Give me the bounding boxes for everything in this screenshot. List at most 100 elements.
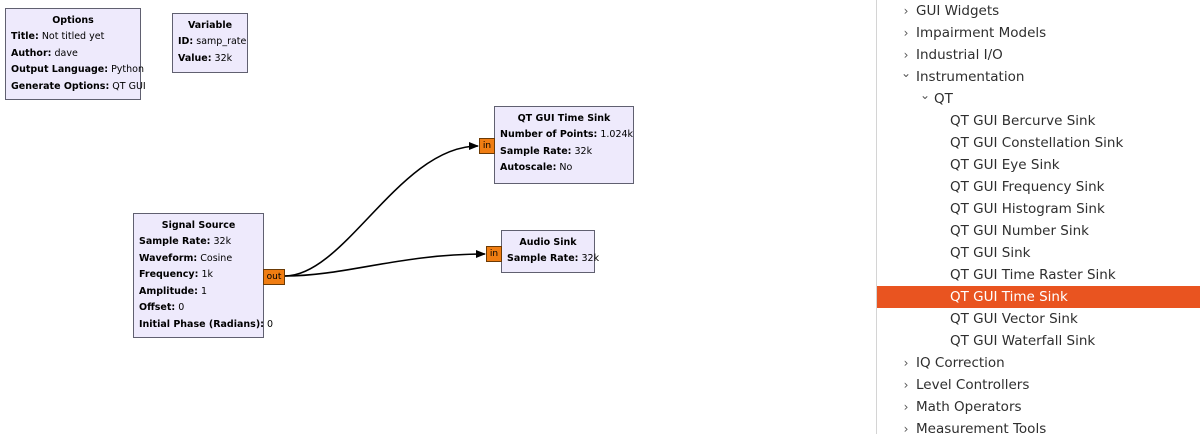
audio-sink-block[interactable]: Audio Sink Sample Rate: 32k [501, 230, 599, 273]
tree-item[interactable]: QT GUI Waterfall Sink [877, 330, 1200, 352]
tree-item-label: QT GUI Constellation Sink [950, 135, 1124, 151]
block-param-row: Output Language: Python [11, 62, 144, 79]
param-value: 1k [201, 269, 213, 280]
tree-item[interactable]: QT GUI Bercurve Sink [877, 110, 1200, 132]
tree-item[interactable]: › Measurement Tools [877, 418, 1200, 434]
tree-item-label: Impairment Models [916, 25, 1047, 41]
param-value: Not titled yet [41, 31, 105, 42]
block-param-row: Offset: 0 [139, 300, 258, 317]
block-title: Options [52, 15, 94, 26]
param-key: Offset: [139, 302, 176, 313]
signal-source-output-port[interactable]: out [263, 269, 285, 285]
block-param-row: Initial Phase (Radians): 0 [139, 317, 273, 334]
param-value: samp_rate [196, 36, 247, 47]
tree-item[interactable]: › IQ Correction [877, 352, 1200, 374]
block-param-row: Sample Rate: 32k [500, 144, 628, 161]
tree-item-label: QT GUI Waterfall Sink [950, 333, 1096, 349]
flowgraph-canvas[interactable]: Options Title: Not titled yet Author: dave… [0, 0, 876, 434]
tree-item-label: QT GUI Time Sink [950, 289, 1068, 305]
qt-gui-time-sink-block[interactable]: QT GUI Time Sink Number of Points: 1.024k… [494, 106, 634, 184]
param-value: 32k [213, 236, 232, 247]
tree-item-label: Measurement Tools [916, 421, 1047, 434]
block-param-row: Frequency: 1k [139, 267, 258, 284]
param-value: QT GUI [112, 80, 146, 92]
block-param-row: Author: dave [11, 46, 135, 63]
tree-item[interactable]: QT GUI Time Raster Sink [877, 264, 1200, 286]
param-key: Sample Rate: [139, 236, 211, 247]
param-key: Title: [11, 31, 39, 42]
param-key: Number of Points: [500, 129, 598, 140]
param-value: 32k [574, 145, 593, 157]
block-title: Variable [187, 20, 233, 31]
tree-item[interactable]: QT GUI Constellation Sink [877, 132, 1200, 154]
tree-item[interactable]: QT GUI Histogram Sink [877, 198, 1200, 220]
chevron-right-icon[interactable]: › [900, 396, 912, 418]
tree-item-label: QT [934, 91, 953, 107]
connection-signal-to-timesink[interactable] [284, 142, 479, 277]
param-key: Sample Rate: [507, 253, 579, 264]
tree-item[interactable]: › Level Controllers [877, 374, 1200, 396]
audio-sink-input-port[interactable]: in [486, 246, 502, 262]
time-sink-input-port[interactable]: in [479, 138, 495, 154]
param-key: Generate Options: [11, 80, 110, 92]
param-value: 1 [200, 285, 207, 297]
tree-item[interactable]: QT GUI Frequency Sink [877, 176, 1200, 198]
param-key: ID: [178, 36, 194, 47]
options-block[interactable]: Options Title: Not titled yet Author: dave… [5, 8, 146, 100]
tree-item[interactable]: QT GUI Time Sink [877, 286, 1200, 308]
tree-item-label: QT GUI Bercurve Sink [950, 113, 1096, 129]
tree-item[interactable]: QT GUI Eye Sink [877, 154, 1200, 176]
block-param-row: Sample Rate: 32k [507, 251, 599, 268]
chevron-right-icon[interactable]: › [900, 0, 912, 22]
tree-item[interactable]: QT GUI Vector Sink [877, 308, 1200, 330]
block-param-row: Sample Rate: 32k [139, 234, 258, 251]
param-value: 32k [581, 253, 600, 264]
tree-item[interactable]: › Industrial I/O [877, 44, 1200, 66]
param-key: Initial Phase (Radians): [139, 318, 264, 330]
variable-block[interactable]: Variable ID: samp_rate Value: 32k [172, 13, 248, 73]
tree-item-label: QT GUI Sink [950, 245, 1031, 261]
block-title: Audio Sink [519, 237, 577, 248]
block-param-row: ID: samp_rate [178, 34, 246, 51]
tree-item-label: Instrumentation [916, 69, 1025, 85]
chevron-right-icon[interactable]: › [900, 418, 912, 434]
tree-item-label: QT GUI Time Raster Sink [950, 267, 1116, 283]
tree-item-label: Industrial I/O [916, 47, 1003, 63]
param-value: dave [54, 47, 78, 59]
block-param-row: Number of Points: 1.024k [500, 127, 633, 144]
param-value: Python [111, 64, 145, 75]
tree-item-label: QT GUI Eye Sink [950, 157, 1060, 173]
chevron-right-icon[interactable]: › [900, 352, 912, 374]
tree-item-label: QT GUI Vector Sink [950, 311, 1078, 327]
tree-item-label: Level Controllers [916, 377, 1030, 393]
tree-item-label: QT GUI Number Sink [950, 223, 1089, 239]
block-param-row: Amplitude: 1 [139, 284, 258, 301]
block-param-row: Waveform: Cosine [139, 251, 258, 268]
block-library-tree[interactable]: › GUI Widgets › Impairment Models › Industria… [876, 0, 1200, 434]
tree-item[interactable]: QT GUI Number Sink [877, 220, 1200, 242]
connection-signal-to-audiosink[interactable] [284, 250, 486, 277]
param-key: Frequency: [139, 269, 199, 280]
signal-source-block[interactable]: Signal Source Sample Rate: 32k Waveform: C… [133, 213, 273, 338]
chevron-right-icon[interactable]: › [900, 374, 912, 396]
param-value: Cosine [200, 252, 233, 264]
block-param-row: Value: 32k [178, 51, 242, 68]
param-value: No [559, 162, 573, 173]
chevron-down-icon[interactable]: ⌄ [919, 84, 931, 106]
tree-item[interactable]: › GUI Widgets [877, 0, 1200, 22]
param-key: Amplitude: [139, 285, 198, 297]
param-key: Autoscale: [500, 162, 557, 173]
block-param-row: Autoscale: No [500, 160, 628, 177]
chevron-down-icon[interactable]: ⌄ [900, 62, 912, 84]
block-title: Signal Source [161, 220, 236, 231]
block-title: QT GUI Time Sink [517, 113, 611, 124]
tree-item[interactable]: › Math Operators [877, 396, 1200, 418]
tree-item-label: IQ Correction [916, 355, 1005, 371]
tree-item-label: QT GUI Histogram Sink [950, 201, 1105, 217]
tree-item[interactable]: QT GUI Sink [877, 242, 1200, 264]
tree-item-label: Math Operators [916, 399, 1022, 415]
tree-item[interactable]: › Impairment Models [877, 22, 1200, 44]
param-value: 0 [178, 302, 185, 313]
chevron-right-icon[interactable]: › [900, 22, 912, 44]
tree-item[interactable]: ⌄ QT [877, 88, 1200, 110]
